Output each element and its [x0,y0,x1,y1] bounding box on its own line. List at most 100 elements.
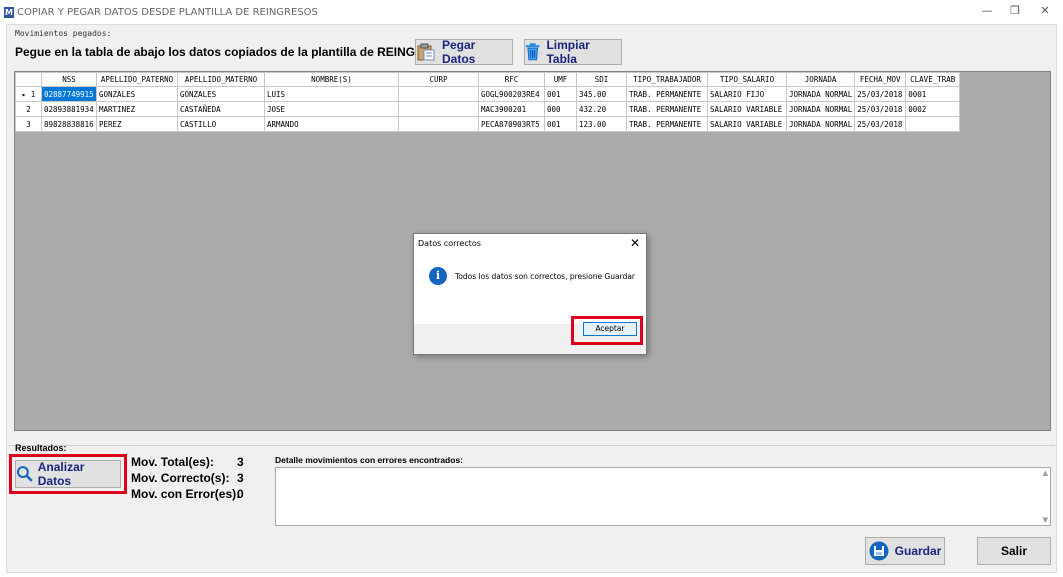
table-cell[interactable]: 001 [544,116,577,132]
table-cell[interactable]: PEREZ [96,116,178,132]
instructions-text: Pegue en la tabla de abajo los datos cop… [15,45,461,59]
table-cell[interactable]: JORNADA NORMAL [785,86,856,102]
table-cell[interactable]: ARMANDO [264,116,399,132]
exit-button[interactable]: Salir [977,537,1051,565]
table-cell[interactable]: SALARIO FIJO [707,86,787,102]
table-cell[interactable]: 000 [544,101,577,117]
table-cell[interactable]: TRAB. PERMANENTE [626,116,708,132]
column-header[interactable]: SDI [576,72,627,87]
save-icon [869,541,889,561]
group-label-movements: Movimientos pegados: [15,29,112,38]
table-cell[interactable]: 02887749915 [41,86,97,102]
movements-table: NSS APELLIDO_PATERNO APELLIDO_MATERNO NO… [15,72,961,132]
table-cell[interactable]: 001 [544,86,577,102]
table-cell[interactable]: TRAB. PERMANENTE [626,101,708,117]
table-cell[interactable]: GONZALES [177,86,265,102]
table-cell[interactable]: 123.00 [576,116,627,132]
accept-button[interactable]: Aceptar [583,322,637,336]
column-header[interactable]: RFC [478,72,545,87]
table-cell[interactable]: 345.00 [576,86,627,102]
table-row[interactable]: ▸ 1 02887749915 GONZALES GONZALES LUIS G… [15,86,961,102]
close-button[interactable]: ✕ [1030,4,1060,20]
dialog-close-icon[interactable]: ✕ [630,236,640,250]
save-label: Guardar [894,544,942,558]
table-cell[interactable]: 25/03/2018 [854,86,907,102]
analyze-data-label: Analizar Datos [37,460,85,488]
table-cell[interactable]: TRAB. PERMANENTE [626,86,708,102]
table-cell[interactable]: GOGL900203RE4 [478,86,545,102]
magnifier-icon [16,466,33,482]
table-cell[interactable]: 25/03/2018 [854,116,907,132]
column-header[interactable]: NOMBRE(S) [264,72,399,87]
column-header[interactable]: APELLIDO_PATERNO [96,72,178,87]
column-header[interactable]: JORNADA [785,72,856,87]
column-header[interactable]: TIPO_TRABAJADOR [626,72,708,87]
analyze-data-button[interactable]: Analizar Datos [15,460,121,488]
scroll-down-icon[interactable]: ▼ [1043,516,1048,524]
column-header[interactable]: FECHA_MOV [854,72,907,87]
title-bar: M COPIAR Y PEGAR DATOS DESDE PLANTILLA D… [0,0,1063,24]
table-row[interactable]: 2 02893881934 MARTINEZ CASTAÑEDA JOSE MA… [15,101,961,117]
minimize-button[interactable]: — [972,4,1002,20]
table-cell[interactable]: MAC3900201 [478,101,545,117]
save-button[interactable]: Guardar [865,537,945,565]
restore-button[interactable]: ❐ [1000,4,1030,20]
table-cell[interactable]: JORNADA NORMAL [785,101,856,117]
table-cell[interactable] [905,116,961,132]
table-header-row: NSS APELLIDO_PATERNO APELLIDO_MATERNO NO… [15,72,961,87]
table-cell[interactable]: LUIS [264,86,399,102]
table-cell[interactable]: SALARIO VARIABLE [707,101,787,117]
table-cell[interactable] [398,86,479,102]
table-cell[interactable]: 0001 [905,86,961,102]
app-icon: M [4,7,14,18]
table-cell[interactable]: PECA870903RT5 [478,116,545,132]
table-cell[interactable]: 0002 [905,101,961,117]
dialog-footer: Aceptar [414,316,646,354]
table-cell[interactable]: JOSE [264,101,399,117]
column-header[interactable]: UMF [544,72,577,87]
dialog-message: Todos los datos son correctos, presione … [455,272,636,281]
row-header[interactable]: 3 [15,116,42,132]
table-cell[interactable]: JORNADA NORMAL [785,116,856,132]
table-cell[interactable]: GONZALES [96,86,178,102]
paste-data-label: Pegar Datos [442,38,476,66]
table-cell[interactable]: 432.20 [576,101,627,117]
info-icon: i [429,267,447,285]
table-cell[interactable]: CASTAÑEDA [177,101,265,117]
table-cell[interactable]: 02893881934 [41,101,97,117]
paste-data-button[interactable]: Pegar Datos [415,38,513,66]
correct-movements-value: 3 [237,471,244,485]
clear-table-button[interactable]: Limpiar Tabla [524,38,622,66]
table-cell[interactable]: CASTILLO [177,116,265,132]
table-cell[interactable]: MARTINEZ [96,101,178,117]
confirmation-dialog: Datos correctos ✕ i Todos los datos son … [413,233,647,355]
error-detail-textbox[interactable]: ▲ ▼ [275,467,1051,526]
dialog-title: Datos correctos [418,239,481,248]
window-title: COPIAR Y PEGAR DATOS DESDE PLANTILLA DE … [17,7,318,18]
error-movements-value: 0 [237,487,244,501]
table-cell[interactable] [398,101,479,117]
table-cell[interactable]: 89828838816 [41,116,97,132]
column-header[interactable]: CLAVE_TRAB [905,72,961,87]
total-movements-label: Mov. Total(es): [131,455,214,469]
clear-table-label: Limpiar Tabla [546,38,590,66]
clipboard-icon [417,43,435,61]
scroll-up-icon[interactable]: ▲ [1043,469,1048,477]
error-detail-label: Detalle movimientos con errores encontra… [275,455,463,465]
column-header[interactable]: APELLIDO_MATERNO [177,72,265,87]
table-cell[interactable] [398,116,479,132]
error-movements-label: Mov. con Error(es): [131,487,241,501]
column-header[interactable]: NSS [41,72,97,87]
table-cell[interactable]: 25/03/2018 [854,101,907,117]
column-header[interactable]: CURP [398,72,479,87]
highlight-box-accept: Aceptar [571,316,643,345]
row-header-corner [15,72,42,87]
table-cell[interactable]: SALARIO VARIABLE [707,116,787,132]
trash-icon [525,43,540,61]
row-header[interactable]: 2 [15,101,42,117]
table-row[interactable]: 3 89828838816 PEREZ CASTILLO ARMANDO PEC… [15,116,961,132]
row-header[interactable]: ▸ 1 [15,86,42,102]
column-header[interactable]: TIPO_SALARIO [707,72,787,87]
exit-label: Salir [1000,544,1027,558]
correct-movements-label: Mov. Correcto(s): [131,471,230,485]
